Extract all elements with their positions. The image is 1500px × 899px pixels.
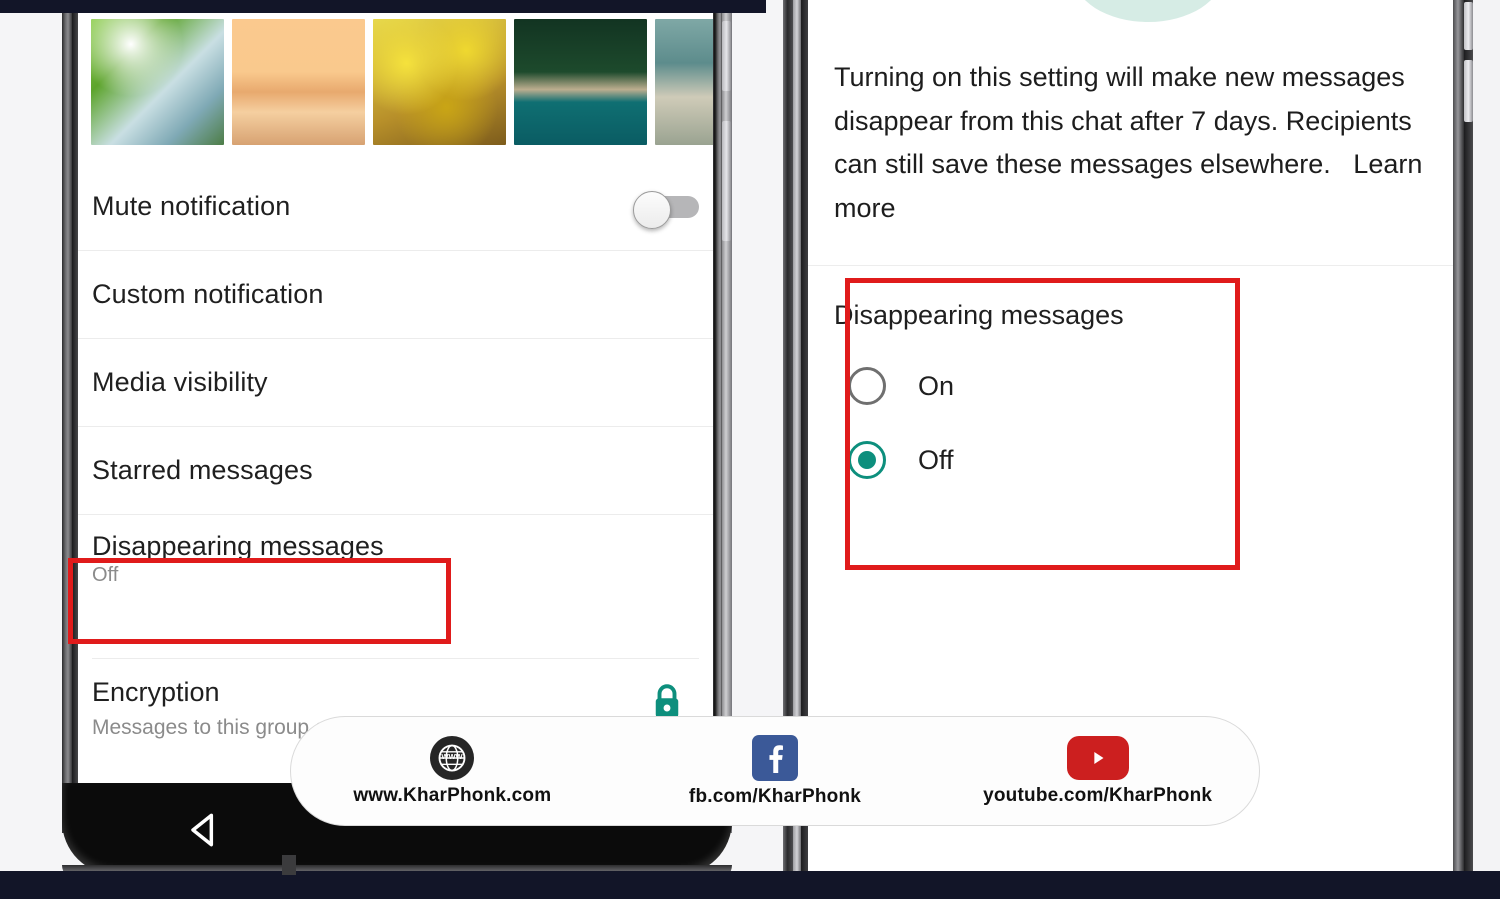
volume-up-button[interactable]: [1464, 2, 1473, 50]
left-phone-left-bezel: [62, 13, 72, 833]
volume-up-button[interactable]: [722, 21, 731, 91]
media-thumbnail[interactable]: [655, 19, 713, 145]
branding-label: www.KharPhonk.com: [353, 784, 552, 806]
settings-list: Mute notification Custom notification Me…: [78, 163, 713, 602]
section-divider: [808, 265, 1453, 266]
disappearing-messages-description-block: Turning on this setting will make new me…: [808, 56, 1453, 231]
mute-notification-toggle[interactable]: [633, 190, 699, 229]
disappearing-messages-description: Turning on this setting will make new me…: [834, 62, 1412, 180]
toggle-thumb[interactable]: [633, 190, 671, 229]
media-thumbnail[interactable]: [232, 19, 365, 145]
branding-item-facebook[interactable]: fb.com/KharPhonk: [625, 734, 925, 808]
media-thumbnail[interactable]: [514, 19, 647, 145]
settings-row-label: Starred messages: [92, 455, 313, 485]
facebook-icon: [751, 734, 798, 781]
section-title: Disappearing messages: [834, 300, 1124, 330]
branding-label: youtube.com/KharPhonk: [983, 784, 1213, 806]
bottom-navy-band: [0, 871, 1500, 899]
svg-text:WWW: WWW: [442, 751, 464, 760]
branding-item-youtube[interactable]: youtube.com/KharPhonk: [948, 735, 1248, 807]
radio-option-on[interactable]: On: [834, 367, 1427, 405]
right-phone-right-bezel-inner: [1464, 0, 1473, 880]
screenshot-stage: Mute notification Custom notification Me…: [0, 0, 1500, 899]
radio-option-label: On: [918, 370, 955, 401]
illustration-circle: [1073, 0, 1223, 22]
left-phone-right-bezel: [713, 13, 722, 833]
radio-button-unselected-icon[interactable]: [848, 367, 886, 405]
disappearing-messages-option-group: Disappearing messages On Off: [808, 288, 1453, 479]
left-phone-screen: Mute notification Custom notification Me…: [78, 13, 713, 783]
media-thumbnails[interactable]: [91, 19, 713, 145]
media-thumbnail[interactable]: [373, 19, 506, 145]
radio-option-label: Off: [918, 444, 954, 475]
volume-down-button[interactable]: [1464, 60, 1473, 122]
settings-row-label: Media visibility: [92, 367, 268, 397]
settings-row-disappearing-messages[interactable]: Disappearing messages Off: [78, 514, 713, 602]
branding-label: fb.com/KharPhonk: [688, 785, 862, 807]
branding-watermark-bar: WWW www.KharPhonk.com fb.com/KharPhonk y…: [290, 716, 1260, 826]
settings-row-label: Custom notification: [92, 279, 324, 309]
settings-row-label: Mute notification: [92, 191, 291, 221]
chin-seam: [282, 855, 296, 875]
settings-row-label: Disappearing messages: [92, 530, 384, 561]
radio-button-selected-icon[interactable]: [848, 441, 886, 479]
radio-option-off[interactable]: Off: [834, 441, 1427, 479]
globe-www-icon: WWW: [430, 735, 475, 780]
encryption-title: Encryption: [92, 677, 220, 707]
settings-row-mute-notification[interactable]: Mute notification: [78, 163, 713, 250]
branding-item-website[interactable]: WWW www.KharPhonk.com: [302, 735, 602, 807]
media-thumbnail[interactable]: [91, 19, 224, 145]
right-phone-right-margin: [1473, 0, 1500, 880]
settings-row-starred-messages[interactable]: Starred messages: [78, 426, 713, 514]
settings-row-custom-notification[interactable]: Custom notification: [78, 250, 713, 338]
right-phone-right-bezel: [1453, 0, 1464, 880]
volume-down-button[interactable]: [722, 121, 731, 241]
youtube-icon: [1066, 735, 1129, 780]
settings-row-value: Off: [92, 563, 119, 586]
settings-row-media-visibility[interactable]: Media visibility: [78, 338, 713, 426]
top-navy-band: [0, 0, 766, 13]
back-triangle-icon[interactable]: [182, 808, 226, 852]
